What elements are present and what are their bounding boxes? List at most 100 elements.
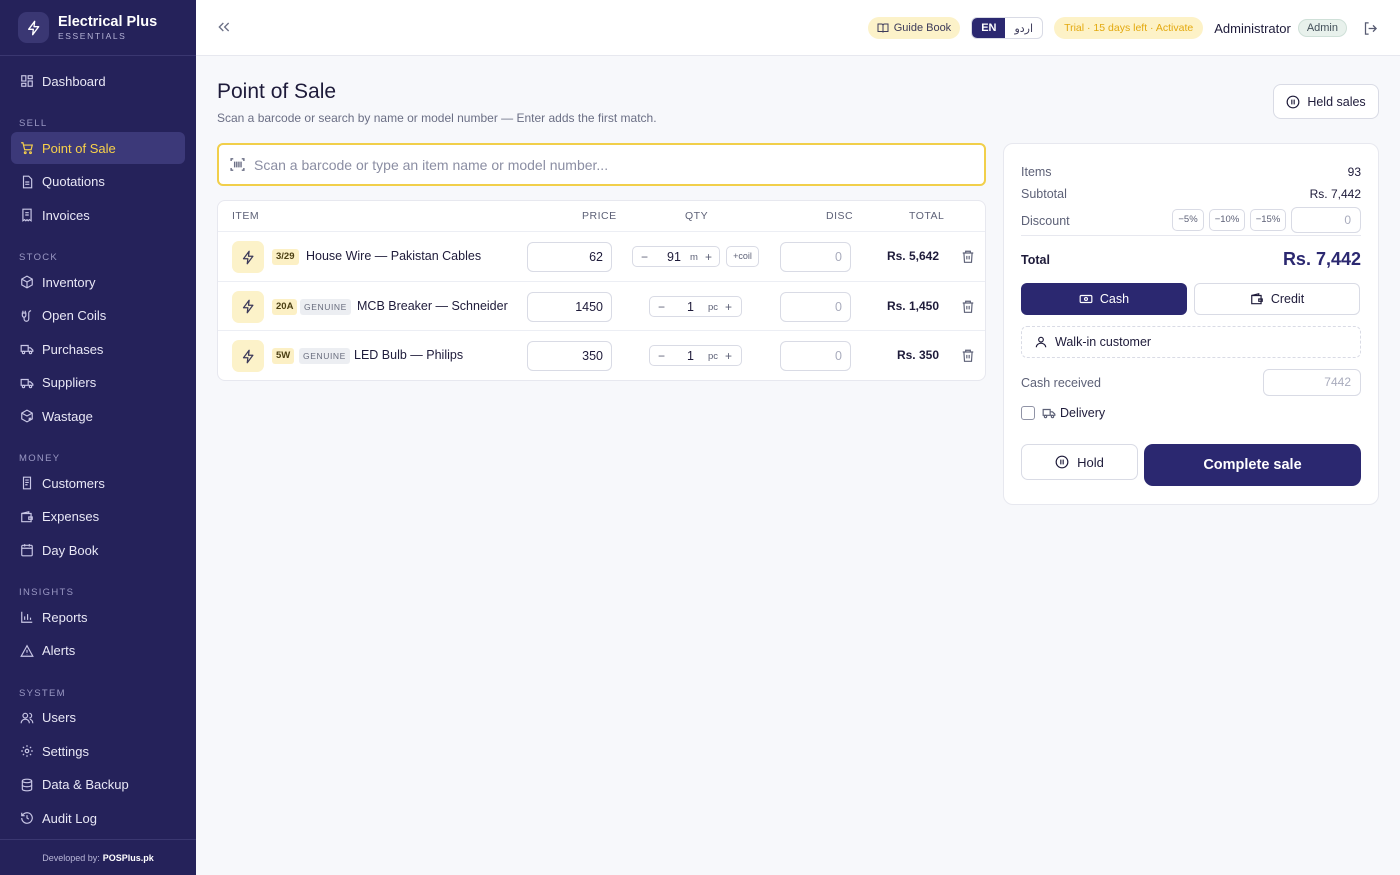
unit-label: m [690,252,698,263]
quantity-value[interactable]: 1 [687,349,694,363]
row-total: Rs. 350 [896,348,939,362]
sidebar-item-suppliers[interactable]: Suppliers [11,367,185,399]
add-coil-button[interactable]: +coil [726,246,759,267]
trash-icon[interactable] [961,249,975,264]
cart-icon [20,141,34,155]
held-sales-button[interactable]: Held sales [1273,84,1379,119]
size-tag: 20A [272,298,298,315]
delivery-checkbox[interactable] [1021,406,1035,420]
cash-button[interactable]: Cash [1021,283,1187,315]
col-price: PRICE [582,210,617,222]
bar-chart-icon [20,610,34,624]
cart-header: ITEM PRICE QTY DISC TOTAL [218,201,985,232]
discount-label: Discount [1021,214,1070,228]
cash-label: Cash [1099,292,1130,306]
truck-icon [20,342,34,356]
sidebar-item-settings[interactable]: Settings [11,735,185,767]
warning-icon [20,644,34,658]
sidebar-item-label: Users [42,710,76,725]
footer-prefix: Developed by: [42,852,100,863]
guide-book-button[interactable]: Guide Book [867,17,961,39]
price-input[interactable]: 62 [527,242,612,272]
trial-badge[interactable]: Trial · 15 days left · Activate [1054,17,1204,39]
sidebar-item-data-backup[interactable]: Data & Backup [11,769,185,801]
discount-input[interactable]: 0 [780,341,851,371]
quantity-value[interactable]: 1 [687,300,694,314]
sidebar-item-invoices[interactable]: Invoices [11,199,185,231]
sidebar-item-alerts[interactable]: Alerts [11,635,185,667]
discount-input[interactable]: 0 [780,242,851,272]
sidebar-item-expenses[interactable]: Expenses [11,501,185,533]
sidebar-item-reports[interactable]: Reports [11,601,185,633]
sidebar-item-label: Open Coils [42,308,107,323]
sidebar-item-label: Point of Sale [42,140,116,156]
complete-sale-button[interactable]: Complete sale [1144,444,1361,486]
discount-10-button[interactable]: −10% [1209,209,1245,231]
customer-selector[interactable]: Walk-in customer [1021,326,1361,358]
item-name: House Wire — Pakistan Cables [306,249,482,263]
items-count: 93 [1347,165,1361,179]
document-icon [20,175,34,189]
cart-table: ITEM PRICE QTY DISC TOTAL 3/29 House Wir… [217,200,986,381]
lang-en-button[interactable]: EN [972,18,1006,38]
discount-5-button[interactable]: −5% [1172,209,1204,231]
sidebar-item-open-coils[interactable]: Open Coils [11,300,185,332]
sidebar-item-audit-log[interactable]: Audit Log [11,802,185,834]
sidebar-item-dashboard[interactable]: Dashboard [11,65,185,97]
sidebar-item-wastage[interactable]: Wastage [11,400,185,432]
collapse-sidebar-icon[interactable] [216,19,232,35]
sidebar-item-inventory[interactable]: Inventory [11,266,185,298]
logout-icon[interactable] [1363,21,1378,36]
sidebar-item-customers[interactable]: Customers [11,467,185,499]
gear-icon [20,744,34,758]
decrement-button[interactable]: − [641,250,648,264]
sidebar-item-day-book[interactable]: Day Book [11,534,185,566]
trash-icon[interactable] [961,348,975,363]
footer-developer[interactable]: POSPlus.pk [103,853,154,863]
search-bar [217,143,986,186]
discount-input[interactable]: 0 [780,291,851,322]
users-icon [20,711,34,725]
cash-received-input[interactable]: 7442 [1263,369,1361,396]
trash-icon[interactable] [961,299,975,314]
credit-label: Credit [1270,292,1305,306]
sidebar-item-purchases[interactable]: Purchases [11,333,185,365]
increment-button[interactable]: + [725,349,732,363]
subtotal-value: Rs. 7,442 [1309,187,1361,201]
discount-input[interactable]: 0 [1291,207,1361,233]
database-icon [20,778,34,792]
increment-button[interactable]: + [705,250,712,264]
barcode-scan-icon [229,156,246,173]
wallet-icon [20,510,34,524]
cash-received-label: Cash received [1021,376,1101,390]
hold-button[interactable]: Hold [1021,444,1138,480]
supplier-truck-icon [20,376,34,390]
page-title: Point of Sale [217,80,337,103]
user-name: Administrator [1214,20,1291,36]
bolt-icon [232,340,264,372]
discount-15-button[interactable]: −15% [1250,209,1286,231]
decrement-button[interactable]: − [658,300,665,314]
brand-sub: ESSENTIALS [58,30,127,41]
guide-book-label: Guide Book [893,22,952,34]
sidebar-item-point-of-sale[interactable]: Point of Sale [11,132,185,164]
dashboard-icon [20,74,34,88]
nav-section-insights: INSIGHTS [19,587,75,598]
quantity-value[interactable]: 91 [667,250,681,264]
nav-section-sell: SELL [19,118,48,129]
decrement-button[interactable]: − [658,349,665,363]
size-tag: 3/29 [272,249,299,265]
item-name: MCB Breaker — Schneider [357,298,508,313]
lang-ur-button[interactable]: اردو [1005,18,1042,38]
sidebar-item-users[interactable]: Users [11,702,185,734]
price-input[interactable]: 350 [527,341,612,371]
sidebar-item-label: Quotations [42,174,105,189]
delivery-toggle[interactable]: Delivery [1021,406,1105,420]
price-input[interactable]: 1450 [527,291,612,322]
package-x-icon [20,409,34,423]
bolt-icon [18,12,49,43]
search-input[interactable] [254,156,954,173]
credit-button[interactable]: Credit [1194,283,1360,315]
sidebar-item-quotations[interactable]: Quotations [11,166,185,198]
increment-button[interactable]: + [725,300,732,314]
